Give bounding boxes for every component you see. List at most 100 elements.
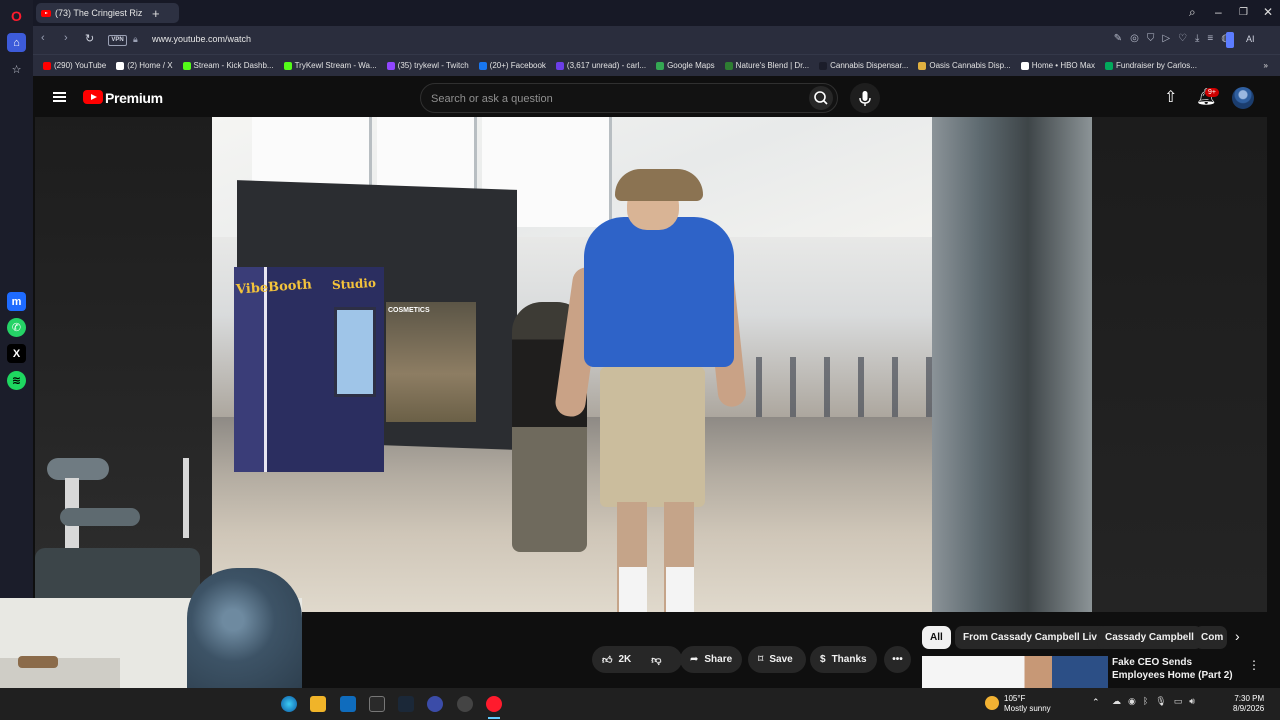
youtube-logo-icon[interactable] bbox=[83, 90, 103, 104]
chevron-right-icon[interactable]: › bbox=[1235, 628, 1240, 644]
bookmark-item[interactable]: Oasis Cannabis Disp... bbox=[918, 61, 1011, 70]
clock[interactable]: 7:30 PM 8/9/2026 bbox=[1233, 694, 1264, 714]
volume-icon[interactable]: 🔊︎ bbox=[1189, 696, 1195, 707]
bookmark-label: Cannabis Dispensar... bbox=[830, 61, 909, 70]
bookmark-item[interactable]: (3,617 unread) - carl... bbox=[555, 61, 647, 70]
bookmark-item[interactable]: (35) trykewl - Twitch bbox=[386, 61, 469, 70]
network-icon[interactable]: ◉ bbox=[1128, 696, 1136, 707]
background-room-right bbox=[1092, 117, 1267, 612]
forward-icon[interactable]: › bbox=[64, 32, 68, 44]
steam-icon[interactable] bbox=[398, 696, 414, 712]
bookmark-favicon-icon bbox=[656, 61, 665, 70]
menu-icon[interactable]: ≡ bbox=[1207, 33, 1213, 44]
hamburger-menu-icon[interactable] bbox=[53, 92, 66, 102]
edit-icon[interactable]: ✎ bbox=[1114, 33, 1122, 44]
onedrive-icon[interactable]: ☁ bbox=[1112, 696, 1121, 707]
reload-icon[interactable]: ↻ bbox=[85, 32, 94, 45]
recommendation-title[interactable]: Fake CEO Sends Employees Home (Part 2) bbox=[1112, 656, 1242, 682]
bookmark-item[interactable]: Stream - Kick Dashb... bbox=[182, 61, 274, 70]
shield-icon[interactable]: ⛉ bbox=[1147, 33, 1155, 44]
sidebar-toggle-icon[interactable] bbox=[1226, 32, 1234, 48]
close-window-icon[interactable]: ✕ bbox=[1263, 5, 1273, 19]
chip-channel[interactable]: Cassady Campbell bbox=[1097, 626, 1202, 649]
bookmark-favicon-icon bbox=[386, 61, 395, 70]
more-actions-button[interactable]: ••• bbox=[884, 646, 911, 673]
more-vertical-icon[interactable]: ⋮ bbox=[1248, 658, 1260, 672]
search-tabs-icon[interactable]: ⌕ bbox=[1189, 5, 1196, 20]
bookmark-favicon-icon bbox=[1020, 61, 1029, 70]
bookmark-label: (3,617 unread) - carl... bbox=[566, 61, 647, 70]
weather-widget[interactable]: 105°F Mostly sunny bbox=[1004, 694, 1051, 714]
bookmark-favicon-icon bbox=[283, 61, 292, 70]
bookmark-item[interactable]: Home • HBO Max bbox=[1020, 61, 1095, 70]
man-sock bbox=[666, 567, 694, 612]
minimize-icon[interactable]: – bbox=[1215, 5, 1222, 19]
search-box[interactable] bbox=[420, 83, 838, 113]
bookmark-label: Home • HBO Max bbox=[1031, 61, 1095, 70]
pinboard-icon[interactable]: ☆ bbox=[7, 60, 26, 79]
cat-tree-top bbox=[47, 458, 109, 480]
thanks-button[interactable]: $ Thanks bbox=[810, 646, 877, 673]
bookmarks-overflow-icon[interactable]: » bbox=[1264, 61, 1268, 70]
chip-all[interactable]: All bbox=[922, 626, 951, 649]
messenger-icon[interactable]: m bbox=[7, 292, 26, 311]
microphone-icon[interactable] bbox=[850, 83, 880, 113]
chip-more[interactable]: Com bbox=[1195, 626, 1227, 649]
outlook-icon[interactable] bbox=[340, 696, 356, 712]
play-icon[interactable]: ▷ bbox=[1162, 33, 1170, 44]
bookmark-item[interactable]: Fundraiser by Carlos... bbox=[1105, 61, 1197, 70]
file-explorer-icon[interactable] bbox=[310, 696, 326, 712]
new-tab-plus-icon[interactable]: + bbox=[152, 6, 160, 21]
avatar[interactable] bbox=[1232, 87, 1254, 109]
bookmark-item[interactable]: (290) YouTube bbox=[43, 61, 106, 70]
whatsapp-icon[interactable]: ✆ bbox=[7, 318, 26, 337]
bookmark-item[interactable]: Cannabis Dispensar... bbox=[819, 61, 908, 70]
opera-logo-icon[interactable]: O bbox=[7, 6, 26, 25]
camera-icon[interactable]: ◎ bbox=[1130, 33, 1139, 44]
ea-icon[interactable] bbox=[427, 696, 443, 712]
url-field[interactable]: www.youtube.com/watch bbox=[152, 34, 251, 44]
video-player[interactable]: VibeBooth Studio COSMETICS bbox=[212, 117, 1092, 612]
upload-icon[interactable]: ⇧ bbox=[1164, 87, 1177, 107]
spotify-icon[interactable]: ≋ bbox=[7, 371, 26, 390]
bookmark-item[interactable]: Google Maps bbox=[656, 61, 715, 70]
like-icon[interactable]: 👍︎ bbox=[602, 654, 612, 666]
aria-ai-button[interactable]: AI bbox=[1246, 34, 1255, 44]
search-input[interactable] bbox=[431, 90, 791, 108]
opera-icon[interactable] bbox=[486, 696, 502, 712]
vpn-badge[interactable]: VPN bbox=[108, 35, 127, 46]
dislike-icon[interactable]: 👎︎ bbox=[651, 654, 661, 666]
bookmark-item[interactable]: (20+) Facebook bbox=[478, 61, 546, 70]
youtube-favicon-icon bbox=[41, 9, 51, 17]
weather-sun-icon[interactable] bbox=[985, 696, 999, 710]
mic-tray-icon[interactable]: 🎙︎ bbox=[1155, 696, 1166, 707]
bluetooth-icon[interactable]: ᛒ bbox=[1143, 696, 1148, 707]
active-app-indicator bbox=[488, 717, 500, 719]
bookmark-favicon-icon bbox=[724, 61, 733, 70]
tray-chevron-icon[interactable]: ⌃ bbox=[1092, 697, 1100, 708]
heart-icon[interactable]: ♡ bbox=[1178, 33, 1187, 44]
back-icon[interactable]: ‹ bbox=[41, 32, 45, 44]
download-icon[interactable]: ⤓ bbox=[1195, 33, 1199, 44]
opera-gx-icon[interactable] bbox=[457, 696, 473, 712]
display-icon[interactable]: ▭ bbox=[1174, 696, 1183, 707]
x-icon[interactable]: X bbox=[7, 344, 26, 363]
search-icon[interactable] bbox=[809, 86, 833, 110]
home-icon[interactable]: ⌂ bbox=[7, 33, 26, 52]
chip-from-channel[interactable]: From Cassady Campbell Live bbox=[955, 626, 1111, 649]
bookmark-item[interactable]: (2) Home / X bbox=[116, 61, 173, 70]
recommendation-thumbnail[interactable] bbox=[922, 656, 1108, 688]
edge-icon[interactable] bbox=[281, 696, 297, 712]
maximize-icon[interactable]: ❐ bbox=[1239, 7, 1248, 18]
bookmark-item[interactable]: Nature's Blend | Dr... bbox=[724, 61, 809, 70]
epic-games-icon[interactable] bbox=[369, 696, 385, 712]
bookmark-label: (35) trykewl - Twitch bbox=[397, 61, 469, 70]
lock-icon[interactable]: 🔒︎ bbox=[133, 34, 138, 45]
like-count[interactable]: 2K bbox=[618, 654, 631, 665]
youtube-premium-label[interactable]: Premium bbox=[105, 90, 163, 106]
clock-date: 8/9/2026 bbox=[1233, 704, 1265, 713]
share-button[interactable]: ➦ Share bbox=[680, 646, 742, 673]
save-button[interactable]: ⌑ Save bbox=[748, 646, 806, 673]
bookmark-label: (20+) Facebook bbox=[489, 61, 546, 70]
bookmark-item[interactable]: TryKewl Stream - Wa... bbox=[283, 61, 377, 70]
